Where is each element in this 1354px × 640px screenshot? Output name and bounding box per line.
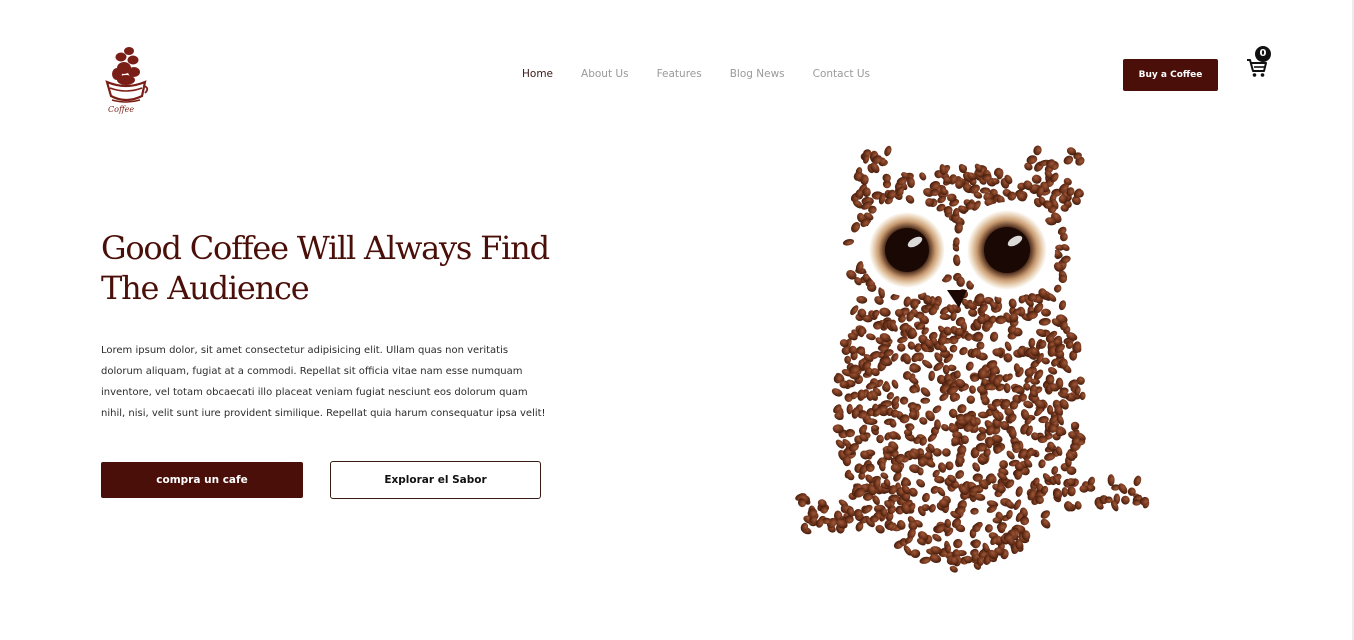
coffee-bean [861, 504, 873, 514]
coffee-bean [1061, 244, 1070, 251]
hero-text-line: dolorum aliquam, fugiat at a commodi. Re… [101, 366, 523, 377]
coffee-bean [919, 172, 927, 181]
coffee-bean [1048, 366, 1058, 375]
coffee-bean [989, 331, 999, 342]
coffee-bean [966, 395, 976, 404]
coffee-bean [884, 145, 892, 157]
coffee-bean [856, 295, 868, 304]
coffee-bean [1133, 475, 1142, 487]
coffee-bean [922, 492, 930, 503]
buy-coffee-button[interactable]: Buy a Coffee [1123, 59, 1218, 91]
coffee-bean [970, 507, 979, 515]
coffee-bean [928, 504, 936, 513]
coffee-bean [880, 507, 888, 517]
coffee-bean [905, 195, 915, 204]
coffee-bean [1015, 486, 1023, 497]
coffee-bean [959, 347, 968, 356]
coffee-bean [897, 343, 906, 352]
coffee-bean [969, 385, 976, 394]
coffee-bean [965, 361, 974, 371]
coffee-bean [928, 370, 936, 382]
buy-coffee-cta-button[interactable]: compra un cafe [101, 462, 303, 498]
hero-text-line: inventore, vel totam obcaecati illo plac… [101, 387, 528, 398]
coffee-bean [1035, 328, 1047, 337]
coffee-bean [942, 448, 951, 457]
coffee-bean [1058, 300, 1067, 311]
coffee-bean [953, 538, 963, 549]
coffee-bean [844, 355, 852, 364]
brand-logo[interactable]: Coffee [102, 44, 150, 120]
coffee-bean [851, 221, 861, 233]
nav-about-us[interactable]: About Us [581, 68, 629, 80]
coffee-bean [910, 549, 921, 558]
hero-title-line-1: Good Coffee Will Always Find [101, 229, 550, 267]
coffee-bean-owl-image [795, 140, 1157, 585]
coffee-bean [1121, 495, 1130, 505]
coffee-bean [879, 307, 891, 317]
coffee-bean [971, 539, 981, 549]
coffee-bean [1063, 155, 1074, 165]
coffee-bean [1033, 145, 1042, 156]
coffee-bean [1061, 487, 1068, 498]
nav-home[interactable]: Home [522, 68, 553, 80]
owl-illustration [795, 145, 1150, 573]
coffee-bean [921, 504, 930, 512]
cart-count-badge: 0 [1255, 46, 1271, 62]
hero-title: Good Coffee Will Always Find The Audienc… [101, 228, 571, 308]
coffee-bean [831, 388, 843, 397]
hero-text-line: Lorem ipsum dolor, sit amet consectetur … [101, 345, 509, 356]
coffee-bean [899, 396, 909, 405]
coffee-bean [945, 461, 954, 471]
coffee-bean [1040, 510, 1051, 519]
explore-flavor-button[interactable]: Explorar el Sabor [330, 461, 541, 499]
nav-features[interactable]: Features [657, 68, 702, 80]
coffee-bean [920, 397, 931, 404]
coffee-bean [876, 434, 884, 444]
cart-button[interactable]: 0 [1246, 46, 1276, 80]
coffee-bean [1038, 459, 1046, 469]
coffee-bean [1079, 391, 1086, 401]
main-nav: Home About Us Features Blog News Contact… [522, 68, 870, 80]
coffee-bean [891, 379, 899, 389]
coffee-bean [1028, 337, 1036, 348]
coffee-bean [999, 460, 1009, 469]
coffee-bean [875, 524, 885, 534]
coffee-bean [941, 423, 950, 432]
coffee-bean [1003, 383, 1011, 394]
hero-description: Lorem ipsum dolor, sit amet consectetur … [101, 340, 551, 424]
nav-blog-news[interactable]: Blog News [730, 68, 785, 80]
coffee-bean [932, 533, 942, 542]
coffee-bean [1040, 518, 1051, 529]
coffee-bean [882, 173, 891, 183]
coffee-bean [930, 485, 939, 494]
coffee-bean [1107, 474, 1115, 486]
coffee-bean [984, 524, 993, 533]
coffee-bean [947, 193, 957, 202]
coffee-bean [1038, 317, 1051, 326]
coffee-bean [1041, 308, 1051, 317]
coffee-bean [920, 387, 931, 397]
nav-contact-us[interactable]: Contact Us [813, 68, 870, 80]
coffee-bean [916, 479, 926, 488]
coffee-bean [1008, 298, 1017, 309]
hero-text-line: nihil, nisi, velit sunt iure provident s… [101, 408, 546, 419]
logo-text: Coffee [108, 105, 135, 114]
coffee-bean [1031, 174, 1042, 184]
coffee-bean [842, 238, 855, 246]
coffee-bean [866, 333, 876, 341]
coffee-bean [1053, 284, 1062, 293]
hero-title-line-2: The Audience [101, 269, 310, 307]
coffee-bean [902, 353, 911, 365]
